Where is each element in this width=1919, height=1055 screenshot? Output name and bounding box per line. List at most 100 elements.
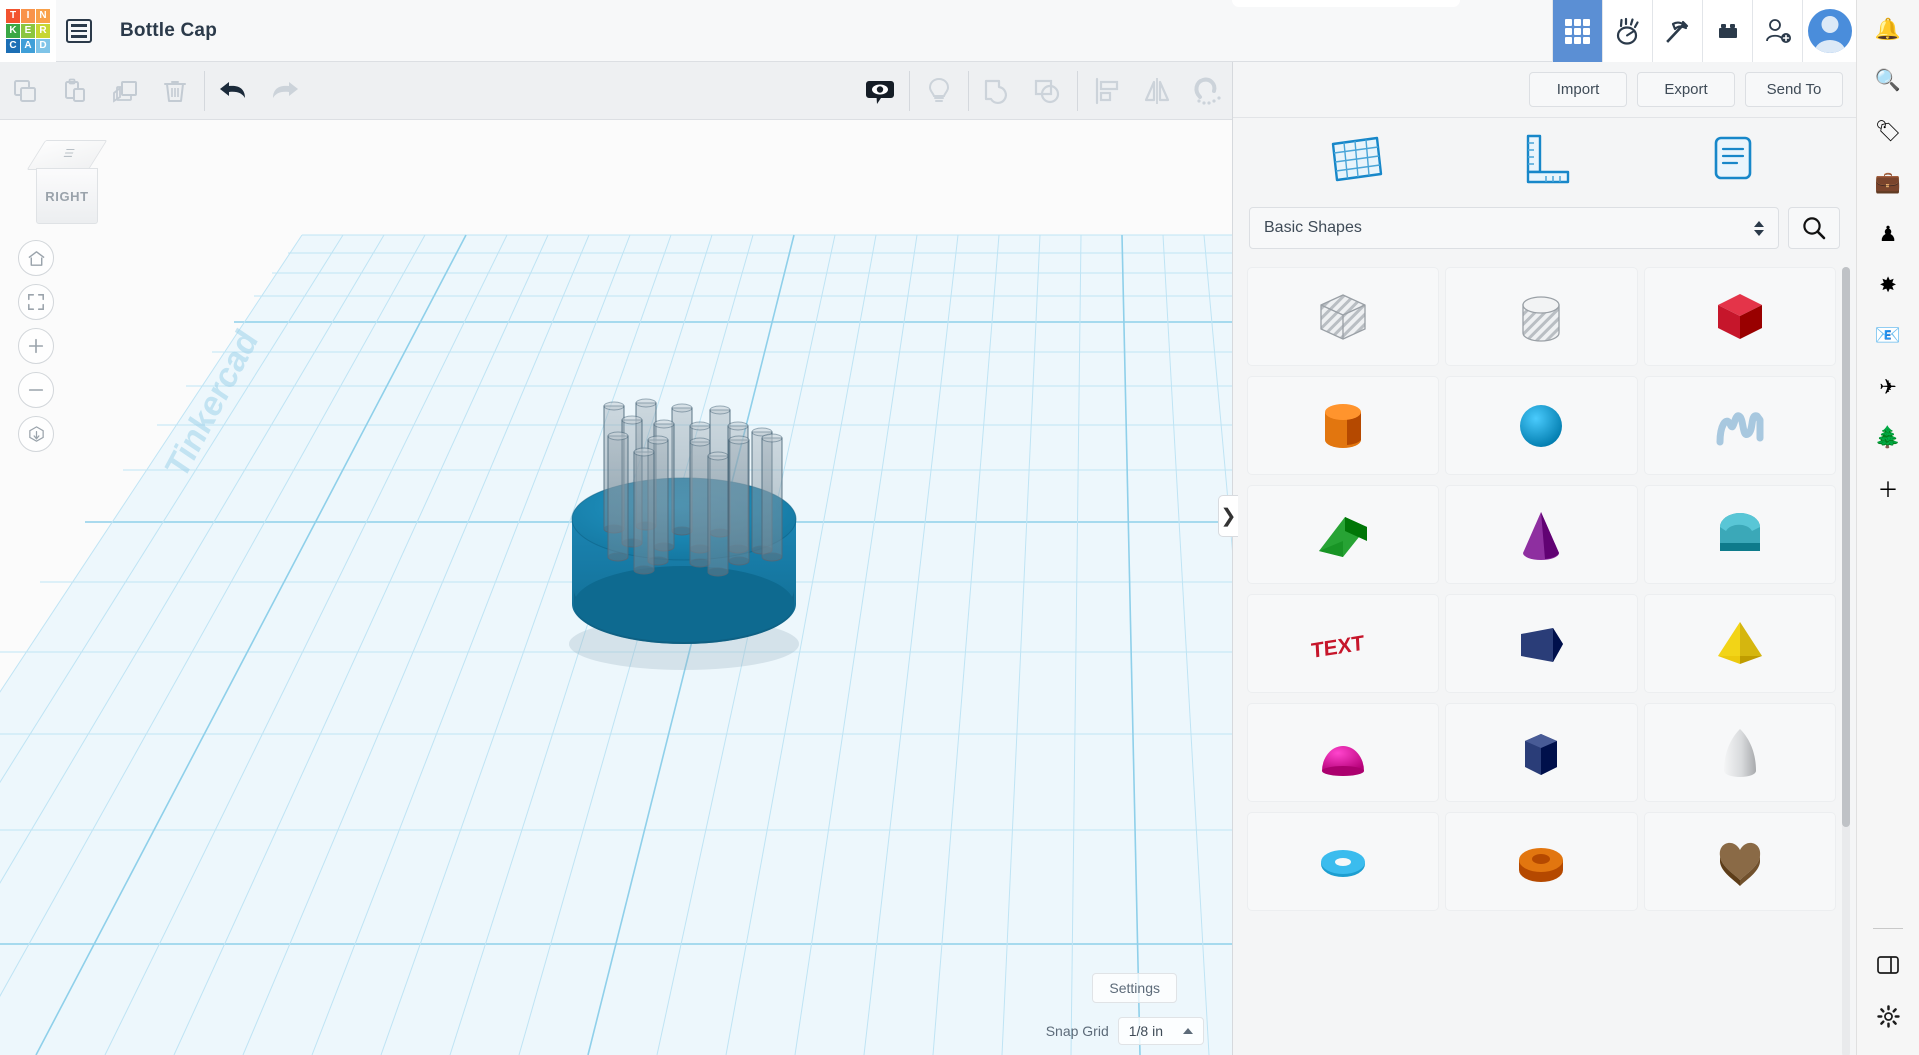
- align-button[interactable]: [1082, 63, 1132, 119]
- shape-roof-thumbnail: [1307, 499, 1379, 571]
- shape-paraboloid[interactable]: [1644, 703, 1836, 802]
- user-avatar[interactable]: [1802, 0, 1856, 62]
- logo-tile-e: E: [21, 24, 35, 38]
- shape-text[interactable]: TEXT: [1247, 594, 1439, 693]
- shape-sphere-thumbnail: [1505, 390, 1577, 462]
- search-extension-icon[interactable]: 🔍: [1866, 59, 1910, 103]
- shape-cylinder-hole-thumbnail: [1505, 281, 1577, 353]
- chevron-updown-icon: [1754, 221, 1764, 236]
- shape-box[interactable]: [1644, 267, 1836, 366]
- logo-tile-r: R: [36, 24, 50, 38]
- tinkercad-app: TINKERCAD Bottle Cap: [0, 0, 1919, 1055]
- shape-library-select[interactable]: Basic Shapes: [1249, 207, 1779, 249]
- delete-button[interactable]: [150, 63, 200, 119]
- mirror-button[interactable]: [1132, 63, 1182, 119]
- pickaxe-icon: [1663, 16, 1693, 46]
- notifications-icon[interactable]: 🔔: [1866, 8, 1910, 52]
- redo-button[interactable]: [259, 63, 309, 119]
- shape-polygon[interactable]: [1445, 594, 1637, 693]
- copy-icon: [11, 77, 39, 105]
- shape-heart[interactable]: [1644, 812, 1836, 911]
- grid-3x3-icon: [1565, 19, 1590, 44]
- shape-tube[interactable]: [1445, 812, 1637, 911]
- workplane-tool[interactable]: [1329, 132, 1385, 191]
- shape-box-hole-thumbnail: [1307, 281, 1379, 353]
- zoom-in-button[interactable]: [18, 328, 54, 364]
- shape-hexagonal-prism[interactable]: [1445, 703, 1637, 802]
- project-menu-button[interactable]: [56, 0, 102, 62]
- shape-roof[interactable]: [1247, 485, 1439, 584]
- chess-extension-icon[interactable]: ♟: [1866, 212, 1910, 256]
- tinkercad-logo[interactable]: TINKERCAD: [0, 0, 56, 62]
- shape-box-thumbnail: [1704, 281, 1776, 353]
- minus-icon: [27, 381, 45, 399]
- duplicate-icon: [111, 77, 139, 105]
- tab-bricks[interactable]: [1702, 0, 1752, 62]
- add-extension-icon[interactable]: ＋: [1866, 467, 1910, 511]
- shape-torus-thumbnail: [1307, 826, 1379, 898]
- shape-sphere[interactable]: [1445, 376, 1637, 475]
- home-view-button[interactable]: [18, 240, 54, 276]
- plus-icon: [27, 337, 45, 355]
- outlook-icon[interactable]: 📧: [1866, 314, 1910, 358]
- snap-grid-value: 1/8 in: [1129, 1023, 1163, 1039]
- magnet-button[interactable]: [1182, 63, 1232, 119]
- briefcase-extension-icon[interactable]: 💼: [1866, 161, 1910, 205]
- shape-pyramid[interactable]: [1644, 594, 1836, 693]
- logo-tile-c: C: [6, 39, 20, 53]
- light-button[interactable]: [914, 63, 964, 119]
- tag-extension-icon[interactable]: 🏷: [1866, 110, 1910, 154]
- shape-round-roof-thumbnail: [1307, 717, 1379, 789]
- shape-round-roof[interactable]: [1247, 703, 1439, 802]
- shape-box-hole[interactable]: [1247, 267, 1439, 366]
- lego-brick-icon: [1713, 16, 1743, 46]
- notes-tool[interactable]: [1704, 132, 1760, 191]
- copy-button[interactable]: [0, 63, 50, 119]
- tab-codeblocks[interactable]: [1602, 0, 1652, 62]
- shape-cylinder[interactable]: [1247, 376, 1439, 475]
- import-button[interactable]: Import: [1529, 72, 1627, 107]
- perspective-toggle-button[interactable]: [18, 416, 54, 452]
- shapes-scrollbar-thumb[interactable]: [1842, 267, 1850, 827]
- shape-paraboloid-thumbnail: [1704, 717, 1776, 789]
- microsoft365-icon[interactable]: ✸: [1866, 263, 1910, 307]
- header-tool-tabs: [1552, 0, 1856, 62]
- group-button[interactable]: [973, 63, 1023, 119]
- telegram-icon[interactable]: ✈: [1866, 365, 1910, 409]
- tree-extension-icon[interactable]: 🌲: [1866, 416, 1910, 460]
- toggle-sidebar-icon[interactable]: [1866, 943, 1910, 987]
- svg-text:TEXT: TEXT: [1311, 631, 1365, 662]
- panel-collapse-handle[interactable]: ❯: [1218, 495, 1238, 537]
- design-canvas[interactable]: Tinkercad: [0, 120, 1232, 1055]
- zoom-out-button[interactable]: [18, 372, 54, 408]
- paste-button[interactable]: [50, 63, 100, 119]
- shape-search-button[interactable]: [1788, 207, 1840, 249]
- ruler-tool[interactable]: [1516, 132, 1572, 191]
- shapes-scroll-area[interactable]: TEXT: [1233, 261, 1856, 1055]
- view-cube-front-face[interactable]: RIGHT: [36, 168, 98, 224]
- shape-scribble[interactable]: [1644, 376, 1836, 475]
- shape-cylinder-hole[interactable]: [1445, 267, 1637, 366]
- tab-3d-design[interactable]: [1552, 0, 1602, 62]
- shape-half-cylinder[interactable]: [1644, 485, 1836, 584]
- ungroup-button[interactable]: [1023, 63, 1073, 119]
- toolbar-divider: [204, 71, 205, 111]
- settings-gear-icon[interactable]: [1866, 994, 1910, 1038]
- invite-people-button[interactable]: [1752, 0, 1802, 62]
- undo-button[interactable]: [209, 63, 259, 119]
- canvas-settings-button[interactable]: Settings: [1092, 973, 1177, 1003]
- duplicate-button[interactable]: [100, 63, 150, 119]
- tab-minecraft[interactable]: [1652, 0, 1702, 62]
- shape-cone[interactable]: [1445, 485, 1637, 584]
- fit-all-button[interactable]: [18, 284, 54, 320]
- toolbar-divider: [1077, 71, 1078, 111]
- shape-tube-thumbnail: [1505, 826, 1577, 898]
- export-button[interactable]: Export: [1637, 72, 1735, 107]
- send-to-button[interactable]: Send To: [1745, 72, 1843, 107]
- snap-grid-select[interactable]: 1/8 in: [1118, 1017, 1204, 1045]
- view-cube[interactable]: ☰ RIGHT: [28, 140, 114, 226]
- shape-torus[interactable]: [1247, 812, 1439, 911]
- toolbar-divider: [968, 71, 969, 111]
- show-hide-button[interactable]: [855, 63, 905, 119]
- shape-cylinder-thumbnail: [1307, 390, 1379, 462]
